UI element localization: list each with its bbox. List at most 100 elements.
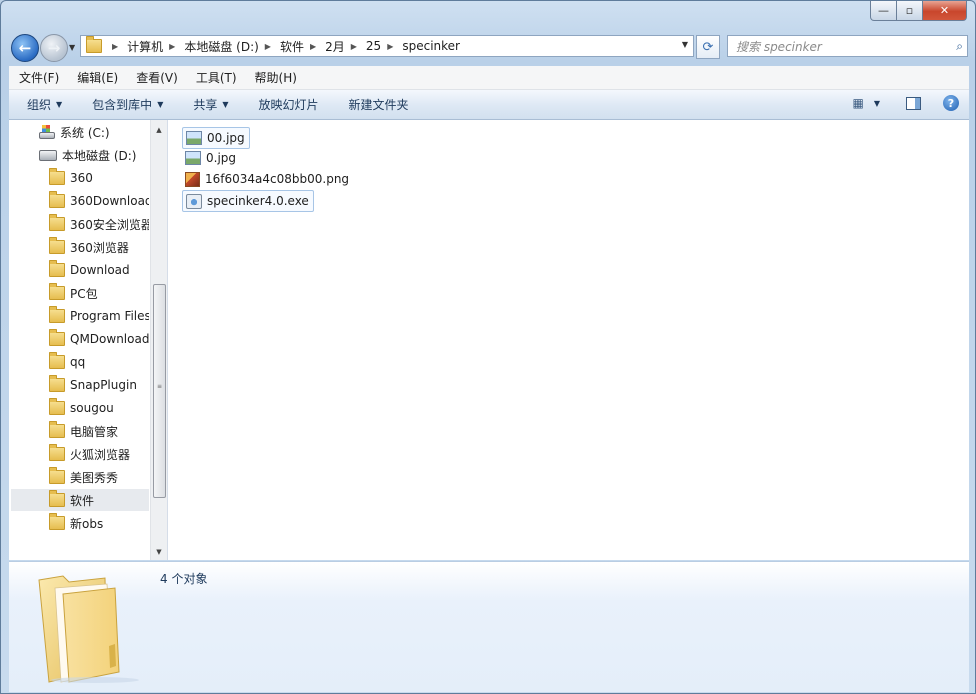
- breadcrumb-specinker[interactable]: specinker: [402, 39, 460, 53]
- nav-item-pc-manager[interactable]: 电脑管家: [49, 420, 149, 442]
- menu-tools[interactable]: 工具(T): [186, 69, 245, 86]
- folder-icon: [49, 168, 65, 185]
- menu-view[interactable]: 查看(V): [126, 69, 186, 86]
- folder-icon: [49, 421, 65, 438]
- folder-icon: [49, 375, 65, 392]
- close-button[interactable]: ✕: [923, 1, 967, 21]
- folder-icon: [49, 352, 65, 369]
- folder-icon: [49, 237, 65, 254]
- menu-file[interactable]: 文件(F): [9, 69, 67, 86]
- nav-item-label: 360浏览器: [70, 240, 129, 255]
- chevron-right-icon[interactable]: ▶: [169, 42, 175, 51]
- chevron-down-icon: ▼: [222, 100, 229, 109]
- chevron-right-icon[interactable]: ▶: [387, 42, 393, 51]
- chevron-down-icon[interactable]: ▼: [874, 99, 880, 108]
- chevron-right-icon[interactable]: ▶: [351, 42, 357, 51]
- scroll-down-icon[interactable]: ▼: [151, 544, 167, 560]
- organize-button[interactable]: 组织 ▼: [27, 96, 62, 113]
- chevron-right-icon[interactable]: ▶: [310, 42, 316, 51]
- nav-item-label: 火狐浏览器: [70, 447, 131, 462]
- file-name: 00.jpg: [207, 131, 245, 145]
- nav-item-pc-package[interactable]: PC包: [49, 282, 149, 304]
- nav-item-label: 本地磁盘 (D:): [62, 148, 137, 163]
- maximize-icon: ▫: [905, 4, 914, 17]
- nav-item-qq[interactable]: qq: [49, 351, 149, 373]
- close-icon: ✕: [939, 4, 950, 17]
- file-item[interactable]: specinker4.0.exe: [182, 190, 314, 212]
- nav-item-label: 美图秀秀: [70, 470, 119, 485]
- maximize-button[interactable]: ▫: [897, 1, 923, 21]
- file-item[interactable]: 16f6034a4c08bb00.png: [182, 169, 353, 189]
- folder-icon: [49, 191, 65, 208]
- scroll-up-icon[interactable]: ▲: [151, 122, 167, 138]
- refresh-icon: ⟳: [702, 39, 714, 55]
- nav-item-program-files[interactable]: Program Files: [49, 305, 149, 327]
- include-in-library-button[interactable]: 包含到库中 ▼: [92, 96, 163, 113]
- back-arrow-icon: ←: [18, 39, 32, 57]
- nav-item-software[interactable]: 软件: [11, 489, 149, 511]
- nav-item-360-secure-browser[interactable]: 360安全浏览器: [49, 213, 149, 235]
- item-count: 4 个对象: [160, 572, 208, 586]
- nav-pane-scrollbar[interactable]: ▲ ≡ ▼: [150, 120, 167, 560]
- nav-item-qmdownload[interactable]: QMDownload: [49, 328, 149, 350]
- chevron-right-icon[interactable]: ▶: [265, 42, 271, 51]
- nav-item-360download[interactable]: 360Download: [49, 190, 149, 212]
- folder-large-icon: [38, 575, 139, 683]
- nav-item-sougou[interactable]: sougou: [49, 397, 149, 419]
- system-drive-icon: [39, 125, 55, 139]
- breadcrumb-25[interactable]: 25: [366, 39, 381, 53]
- recent-pages-dropdown[interactable]: ▼: [69, 43, 75, 52]
- command-bar: 组织 ▼ 包含到库中 ▼ 共享 ▼ 放映幻灯片 新建文件夹 ▦ ▼ ?: [9, 90, 969, 120]
- details-pane: 4 个对象: [9, 561, 969, 692]
- help-icon[interactable]: ?: [943, 95, 959, 111]
- nav-item-label: PC包: [70, 286, 98, 301]
- nav-item-drive-d[interactable]: 本地磁盘 (D:): [39, 144, 167, 166]
- menu-bar: 文件(F) 编辑(E) 查看(V) 工具(T) 帮助(H): [9, 66, 969, 90]
- nav-item-download[interactable]: Download: [49, 259, 149, 281]
- file-list: 00.jpg 0.jpg 16f6034a4c08bb00.png specin…: [168, 120, 969, 560]
- chevron-down-icon: ▼: [157, 100, 164, 109]
- address-dropdown-icon[interactable]: ▼: [682, 40, 688, 49]
- breadcrumb-february[interactable]: 2月: [325, 38, 345, 55]
- minimize-button[interactable]: —: [870, 1, 897, 21]
- file-item[interactable]: 00.jpg: [182, 127, 250, 149]
- share-button[interactable]: 共享 ▼: [193, 96, 228, 113]
- menu-help[interactable]: 帮助(H): [245, 69, 305, 86]
- forward-button[interactable]: →: [40, 34, 68, 62]
- change-view-icon[interactable]: ▦: [853, 96, 864, 110]
- nav-item-new-obs[interactable]: 新obs: [49, 512, 149, 534]
- drive-icon: [39, 149, 57, 161]
- preview-pane-icon[interactable]: [906, 96, 921, 110]
- include-in-library-label: 包含到库中: [92, 98, 153, 112]
- breadcrumb-drive-d[interactable]: 本地磁盘 (D:): [184, 38, 258, 55]
- slideshow-button[interactable]: 放映幻灯片: [259, 96, 319, 113]
- menu-edit[interactable]: 编辑(E): [67, 69, 126, 86]
- new-folder-label: 新建文件夹: [348, 98, 409, 112]
- back-button[interactable]: ←: [11, 34, 39, 62]
- breadcrumb-computer[interactable]: 计算机: [127, 38, 163, 55]
- new-folder-button[interactable]: 新建文件夹: [349, 96, 409, 113]
- scrollbar-thumb[interactable]: ≡: [153, 284, 166, 498]
- search-placeholder: 搜索 specinker: [736, 39, 822, 54]
- organize-label: 组织: [27, 98, 52, 112]
- nav-item-snapplugin[interactable]: SnapPlugin: [49, 374, 149, 396]
- nav-item-label: QMDownload: [70, 332, 149, 346]
- search-icon[interactable]: ⌕: [956, 39, 963, 54]
- chevron-right-icon[interactable]: ▶: [112, 42, 118, 51]
- nav-item-meitu[interactable]: 美图秀秀: [49, 466, 149, 488]
- forward-arrow-icon: →: [47, 39, 61, 57]
- folder-icon: [49, 214, 65, 231]
- address-bar[interactable]: ▶ 计算机 ▶ 本地磁盘 (D:) ▶ 软件 ▶ 2月 ▶ 25 ▶ speci…: [80, 35, 694, 57]
- nav-item-360[interactable]: 360: [49, 167, 149, 189]
- nav-item-label: qq: [70, 355, 86, 369]
- search-input[interactable]: 搜索 specinker ⌕: [727, 35, 968, 57]
- nav-item-firefox[interactable]: 火狐浏览器: [49, 443, 149, 465]
- caption-buttons: — ▫ ✕: [870, 1, 967, 21]
- breadcrumb-software[interactable]: 软件: [280, 38, 304, 55]
- file-item[interactable]: 0.jpg: [182, 148, 240, 168]
- nav-item-system-c[interactable]: 系统 (C:): [39, 121, 167, 143]
- png-image-icon: [185, 171, 200, 187]
- refresh-button[interactable]: ⟳: [696, 35, 720, 59]
- nav-item-label: 系统 (C:): [60, 125, 110, 140]
- nav-item-360-browser[interactable]: 360浏览器: [49, 236, 149, 258]
